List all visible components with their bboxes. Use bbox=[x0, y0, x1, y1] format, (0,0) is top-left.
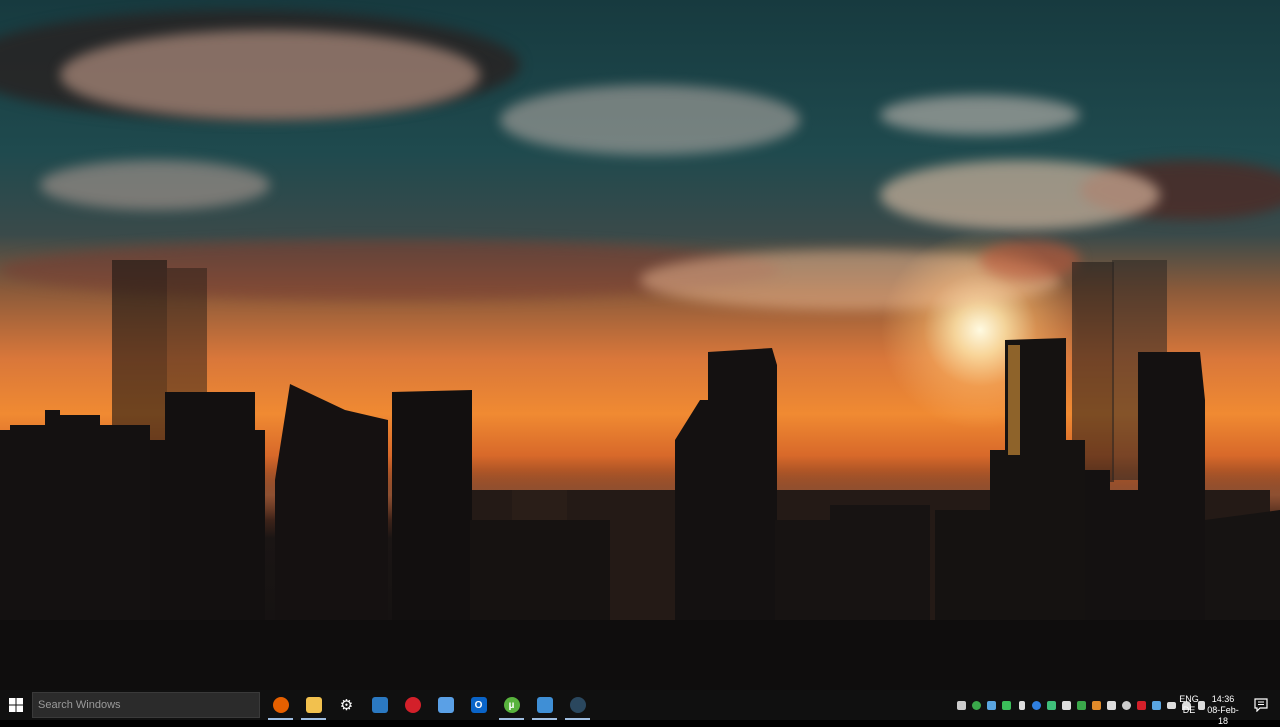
language-code: ENG bbox=[1179, 694, 1199, 704]
taskbar-app-outlook[interactable]: O bbox=[462, 690, 495, 720]
utorrent-icon: µ bbox=[503, 697, 520, 713]
usb-drive-icon[interactable] bbox=[1014, 690, 1029, 720]
taskbar-app-blue[interactable] bbox=[528, 690, 561, 720]
taskbar-app-file-explorer[interactable] bbox=[297, 690, 330, 720]
action-center-button[interactable] bbox=[1247, 690, 1275, 720]
green-circle-icon[interactable] bbox=[969, 690, 984, 720]
k-app-icon[interactable] bbox=[1059, 690, 1074, 720]
blue-app-icon bbox=[536, 697, 553, 713]
taskbar-app-chat[interactable] bbox=[429, 690, 462, 720]
cloud-sync-icon[interactable] bbox=[984, 690, 999, 720]
red-app-icon bbox=[404, 697, 421, 713]
settings-gear-icon: ⚙ bbox=[339, 697, 354, 714]
file-explorer-icon bbox=[305, 697, 322, 713]
check-shield-icon[interactable] bbox=[1149, 690, 1164, 720]
firefox-icon bbox=[272, 697, 289, 713]
input-language[interactable]: ENG DE bbox=[1174, 694, 1204, 716]
green-app-icon[interactable] bbox=[999, 690, 1014, 720]
shield-icon[interactable] bbox=[954, 690, 969, 720]
bluetooth-icon[interactable] bbox=[1029, 690, 1044, 720]
system-tray bbox=[954, 690, 1209, 720]
desktop-wallpaper bbox=[0, 0, 1280, 690]
remote-desktop-icon bbox=[371, 697, 388, 713]
action-center-icon bbox=[1254, 698, 1268, 712]
keyboard-layout: DE bbox=[1182, 705, 1196, 715]
green-square-icon[interactable] bbox=[1074, 690, 1089, 720]
taskbar: Search Windows ⚙ O µ ENG DE 14:36 08-Feb… bbox=[0, 690, 1280, 726]
taskbar-app-steam[interactable] bbox=[561, 690, 594, 720]
red-tray-icon[interactable] bbox=[1134, 690, 1149, 720]
taskbar-app-settings[interactable]: ⚙ bbox=[330, 690, 363, 720]
network-cross-icon[interactable] bbox=[1044, 690, 1059, 720]
clock-date: 08-Feb-18 bbox=[1207, 705, 1239, 726]
taskbar-app-remote-desktop[interactable] bbox=[363, 690, 396, 720]
search-placeholder: Search Windows bbox=[38, 699, 121, 711]
windows-logo-icon bbox=[9, 698, 23, 712]
taskbar-apps: ⚙ O µ bbox=[264, 690, 594, 720]
start-button[interactable] bbox=[0, 690, 32, 720]
outlook-icon: O bbox=[470, 697, 487, 713]
taskbar-app-utorrent[interactable]: µ bbox=[495, 690, 528, 720]
orange-app-icon[interactable] bbox=[1089, 690, 1104, 720]
steam-icon bbox=[569, 697, 586, 713]
system-clock[interactable]: 14:36 08-Feb-18 bbox=[1204, 694, 1242, 727]
taskbar-app-red[interactable] bbox=[396, 690, 429, 720]
printer-icon[interactable] bbox=[1104, 690, 1119, 720]
taskbar-app-firefox[interactable] bbox=[264, 690, 297, 720]
search-box[interactable]: Search Windows bbox=[32, 692, 260, 718]
clock-time: 14:36 bbox=[1211, 694, 1235, 704]
steam-tray-icon[interactable] bbox=[1119, 690, 1134, 720]
chat-app-icon bbox=[437, 697, 454, 713]
skyline-silhouette bbox=[0, 260, 1280, 690]
